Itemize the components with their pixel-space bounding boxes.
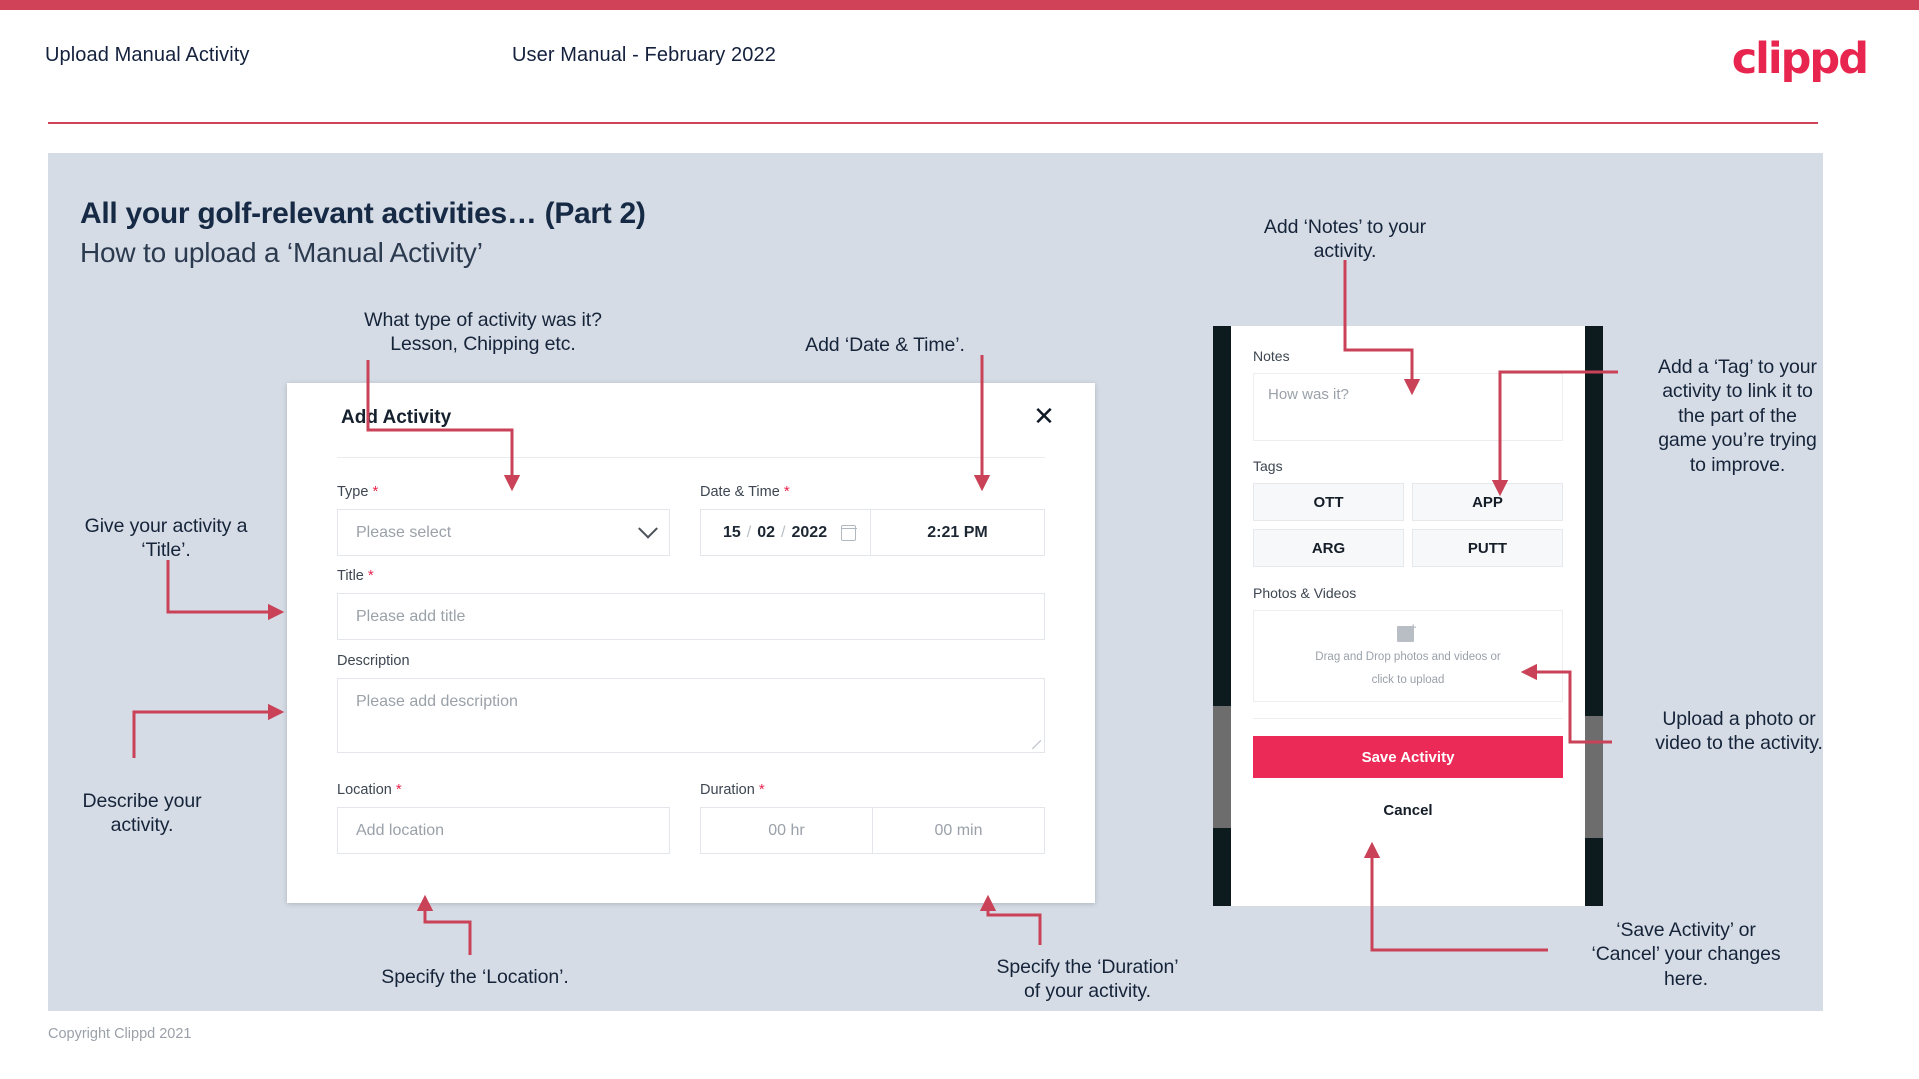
title-label: Title * xyxy=(337,567,1045,584)
datetime-label-text: Date & Time xyxy=(700,484,780,500)
annotation-location: Specify the ‘Location’. xyxy=(381,966,569,988)
field-type: Type * Please select xyxy=(337,483,670,556)
datetime-wrapper: 15 / 02 / 2022 2:21 PM xyxy=(700,509,1045,556)
duration-label: Duration * xyxy=(700,781,1045,798)
annotation-upload: Upload a photo or video to the activity. xyxy=(1655,708,1823,755)
add-image-icon: + xyxy=(1397,622,1419,643)
title-input[interactable]: Please add title xyxy=(337,593,1045,640)
phone-divider xyxy=(1253,718,1563,719)
annotation-save: ‘Save Activity’ or ‘Cancel’ your changes h… xyxy=(1591,919,1781,990)
slide-subtitle: How to upload a ‘Manual Activity’ xyxy=(80,237,483,268)
type-label: Type * xyxy=(337,483,670,500)
resize-handle-icon[interactable] xyxy=(1032,740,1041,749)
type-select[interactable]: Please select xyxy=(337,509,670,556)
annotation-datetime: Add ‘Date & Time’. xyxy=(805,334,965,356)
calendar-icon[interactable] xyxy=(840,524,857,541)
top-accent-bar xyxy=(0,0,1919,10)
photo-upload-dropzone[interactable]: + Drag and Drop photos and videos or cli… xyxy=(1253,610,1563,702)
notes-label: Notes xyxy=(1253,348,1290,364)
annotation-type: What type of activity was it? Lesson, Chi… xyxy=(364,309,602,356)
dropzone-line-2: click to upload xyxy=(1371,673,1445,686)
duration-minutes-input[interactable]: 00 min xyxy=(873,808,1044,853)
add-activity-dialog: Add Activity ✕ Type * Please select Date… xyxy=(287,383,1095,903)
type-placeholder: Please select xyxy=(356,523,452,541)
datetime-label: Date & Time * xyxy=(700,483,1045,500)
phone-mockup: Notes How was it? Tags OTT APP ARG PUTT … xyxy=(1213,326,1603,906)
annotation-title: Give your activity a ‘Title’. xyxy=(84,515,248,562)
tags-grid: OTT APP ARG PUTT xyxy=(1253,483,1563,567)
duration-wrapper: 00 hr 00 min xyxy=(700,807,1045,854)
description-label: Description xyxy=(337,653,410,669)
close-icon[interactable]: ✕ xyxy=(1029,401,1059,431)
annotation-notes: Add ‘Notes’ to your activity. xyxy=(1263,216,1427,263)
date-month: 02 xyxy=(757,523,776,541)
title-label-text: Title xyxy=(337,568,364,584)
notes-input[interactable]: How was it? xyxy=(1253,373,1563,441)
header-title: Upload Manual Activity xyxy=(45,44,250,66)
tag-button-ott[interactable]: OTT xyxy=(1253,483,1404,521)
tag-button-app[interactable]: APP xyxy=(1412,483,1563,521)
date-sep-2: / xyxy=(781,523,786,541)
description-textarea[interactable]: Please add description xyxy=(337,678,1045,753)
date-sep-1: / xyxy=(746,523,752,541)
location-input[interactable]: Add location xyxy=(337,807,670,854)
phone-screen: Notes How was it? Tags OTT APP ARG PUTT … xyxy=(1231,326,1585,906)
tags-label: Tags xyxy=(1253,458,1283,474)
location-label-text: Location xyxy=(337,782,392,798)
duration-label-text: Duration xyxy=(700,782,755,798)
date-day: 15 xyxy=(723,523,741,541)
header-subtitle: User Manual - February 2022 xyxy=(512,44,776,66)
type-label-text: Type xyxy=(337,484,369,500)
slide-page: Upload Manual Activity User Manual - Feb… xyxy=(0,0,1919,1079)
scrollbar-left[interactable] xyxy=(1213,706,1231,828)
duration-required-marker: * xyxy=(758,781,765,798)
duration-hours-input[interactable]: 00 hr xyxy=(701,808,873,853)
date-year: 2022 xyxy=(791,523,828,541)
location-label: Location * xyxy=(337,781,670,798)
chevron-down-icon xyxy=(638,518,658,539)
slide-title: All your golf-relevant activities… (Part… xyxy=(80,197,646,230)
dialog-title: Add Activity xyxy=(341,407,452,428)
field-datetime: Date & Time * 15 / 02 / 2022 2:21 PM xyxy=(700,483,1045,556)
tag-button-arg[interactable]: ARG xyxy=(1253,529,1404,567)
footer-copyright: Copyright Clippd 2021 xyxy=(48,1026,192,1042)
cancel-button[interactable]: Cancel xyxy=(1253,802,1563,819)
header-divider xyxy=(48,122,1818,124)
datetime-required-marker: * xyxy=(783,483,790,500)
dialog-header: Add Activity ✕ xyxy=(287,383,1095,445)
tag-button-putt[interactable]: PUTT xyxy=(1412,529,1563,567)
title-required-marker: * xyxy=(367,567,374,584)
annotation-description: Describe your activity. xyxy=(82,790,202,837)
description-placeholder: Please add description xyxy=(356,693,518,710)
save-activity-button[interactable]: Save Activity xyxy=(1253,736,1563,778)
time-input[interactable]: 2:21 PM xyxy=(871,510,1044,555)
location-required-marker: * xyxy=(395,781,402,798)
phone-bezel-right xyxy=(1585,326,1603,906)
type-required-marker: * xyxy=(372,483,379,500)
annotation-tag: Add a ‘Tag’ to your activity to link it t… xyxy=(1658,356,1817,476)
field-location: Location * Add location xyxy=(337,781,670,854)
dialog-divider xyxy=(337,457,1045,458)
annotation-duration: Specify the ‘Duration’ of your activity. xyxy=(996,956,1179,1003)
dropzone-line-1: Drag and Drop photos and videos or xyxy=(1315,650,1501,663)
field-duration: Duration * 00 hr 00 min xyxy=(700,781,1045,854)
field-title: Title * Please add title xyxy=(337,567,1045,640)
field-description: Description Please add description xyxy=(337,653,1045,753)
phone-bezel-left xyxy=(1213,326,1231,906)
scrollbar-right[interactable] xyxy=(1585,716,1603,838)
date-input[interactable]: 15 / 02 / 2022 xyxy=(701,510,871,555)
clippd-logo: clippd xyxy=(1731,34,1869,84)
photos-videos-label: Photos & Videos xyxy=(1253,585,1357,601)
